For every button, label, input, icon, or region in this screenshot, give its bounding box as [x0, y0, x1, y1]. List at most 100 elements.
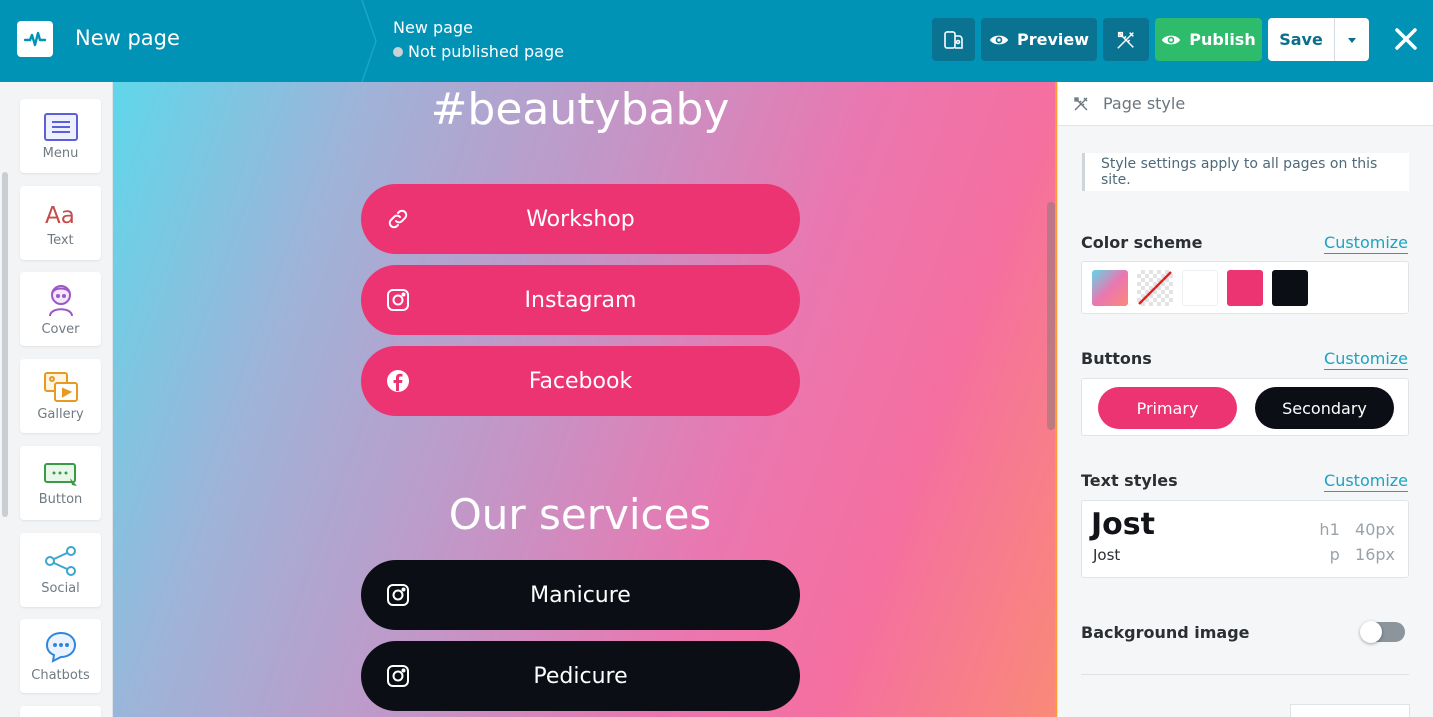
- lightbulb-icon: [943, 30, 963, 49]
- top-bar: New page New page Not published page Pre…: [0, 0, 1433, 82]
- widget-label: Gallery: [37, 406, 84, 422]
- widget-social[interactable]: Social: [20, 533, 101, 607]
- page-style-panel: Page style Style settings apply to all p…: [1057, 82, 1433, 717]
- save-label: Save: [1279, 30, 1323, 49]
- caret-down-icon: [1348, 37, 1356, 43]
- svg-text:Aa: Aa: [45, 203, 75, 229]
- swatch-pink[interactable]: [1227, 270, 1263, 306]
- widget-label: Button: [38, 491, 83, 507]
- canvas-scrollbar[interactable]: [1047, 202, 1055, 430]
- background-image-label: Background image: [1081, 623, 1250, 642]
- widget-chatbots[interactable]: Chatbots: [20, 619, 101, 693]
- section-divider: [1081, 674, 1409, 675]
- color-scheme-label: Color scheme: [1081, 233, 1203, 252]
- text-styles-label: Text styles: [1081, 471, 1178, 490]
- background-image-toggle[interactable]: [1360, 621, 1405, 643]
- save-options-button[interactable]: [1334, 18, 1369, 61]
- link-button-label: Instagram: [524, 287, 637, 313]
- service-button-label: Manicure: [530, 582, 631, 608]
- publish-button[interactable]: Publish: [1155, 18, 1262, 61]
- style-info-note: Style settings apply to all pages on thi…: [1082, 153, 1409, 191]
- page-name: New page: [393, 18, 473, 37]
- eye-icon: [989, 35, 1009, 44]
- text-styles-card[interactable]: Jost Jost h1 40px p 16px: [1081, 500, 1409, 578]
- link-button-label: Facebook: [528, 368, 633, 394]
- text-styles-customize-link[interactable]: Customize: [1324, 471, 1408, 492]
- widget-label: Cover: [41, 321, 80, 337]
- widget-label: Chatbots: [31, 667, 90, 683]
- service-button-label: Pedicure: [533, 663, 628, 689]
- social-icon: [44, 545, 76, 576]
- widget-gallery[interactable]: Gallery: [20, 359, 101, 433]
- pencil-ruler-icon: [1074, 97, 1088, 111]
- panel-header: Page style: [1058, 82, 1433, 126]
- link-button-workshop[interactable]: Workshop: [361, 184, 800, 254]
- instagram-icon: [387, 289, 409, 311]
- service-button-pedicure[interactable]: Pedicure: [361, 641, 800, 711]
- chatbots-icon: [45, 631, 76, 663]
- menu-icon: [43, 112, 78, 141]
- widget-sidebar: Menu Aa Text Cover Gallery Button Social…: [0, 82, 113, 717]
- design-button[interactable]: [1103, 18, 1149, 61]
- body-font-sample: Jost: [1093, 546, 1121, 564]
- h1-tag: h1: [1319, 520, 1340, 539]
- app-logo-icon[interactable]: [17, 21, 53, 57]
- app-title: New page: [75, 26, 180, 50]
- widget-label: Menu: [42, 145, 79, 161]
- buttons-card: Primary Secondary: [1081, 378, 1409, 436]
- p-size: 16px: [1355, 545, 1395, 564]
- widget-text[interactable]: Aa Text: [20, 186, 101, 260]
- h1-size: 40px: [1355, 520, 1395, 539]
- facebook-icon: [387, 370, 409, 392]
- breadcrumb-separator-icon: [361, 0, 377, 82]
- primary-button-preview[interactable]: Primary: [1098, 387, 1237, 429]
- paragraph-style-info: p 16px: [1330, 545, 1395, 564]
- page-status: Not published page: [393, 42, 564, 61]
- panel-bottom-control[interactable]: [1290, 704, 1410, 717]
- widget-cover[interactable]: Cover: [20, 272, 101, 346]
- buttons-label: Buttons: [1081, 349, 1152, 368]
- text-icon: Aa: [45, 203, 75, 229]
- page-canvas[interactable]: #beautybaby Workshop Instagram Facebook …: [113, 82, 1057, 717]
- gallery-icon: [43, 371, 78, 402]
- services-title[interactable]: Our services: [113, 490, 1047, 539]
- buttons-customize-link[interactable]: Customize: [1324, 349, 1408, 370]
- instagram-icon: [387, 584, 409, 606]
- close-icon[interactable]: [1392, 25, 1420, 53]
- button-icon: [43, 462, 77, 486]
- swatch-white[interactable]: [1182, 270, 1218, 306]
- service-button-manicure[interactable]: Manicure: [361, 560, 800, 630]
- instagram-icon: [387, 665, 409, 687]
- preview-button[interactable]: Preview: [981, 18, 1097, 61]
- p-tag: p: [1329, 545, 1340, 564]
- swatch-transparent[interactable]: [1137, 270, 1173, 306]
- eye-icon: [1162, 35, 1181, 44]
- publish-label: Publish: [1189, 30, 1256, 49]
- save-button[interactable]: Save: [1268, 18, 1334, 61]
- color-scheme-customize-link[interactable]: Customize: [1324, 233, 1408, 254]
- heading-style-info: h1 40px: [1319, 520, 1395, 539]
- cover-icon: [48, 284, 73, 316]
- preview-label: Preview: [1016, 30, 1089, 49]
- status-dot-icon: [393, 46, 403, 57]
- panel-title: Page style: [1103, 94, 1186, 113]
- link-button-facebook[interactable]: Facebook: [361, 346, 800, 416]
- widget-label: Social: [41, 580, 80, 596]
- widget-menu[interactable]: Menu: [20, 99, 101, 173]
- widget-button[interactable]: Button: [20, 446, 101, 520]
- swatch-gradient[interactable]: [1092, 270, 1128, 306]
- color-scheme-card: [1081, 261, 1409, 314]
- widget-more[interactable]: [20, 706, 101, 717]
- idea-button[interactable]: [932, 18, 975, 61]
- pencil-ruler-icon: [1117, 31, 1134, 49]
- sidebar-scrollbar[interactable]: [2, 172, 8, 517]
- swatch-black[interactable]: [1272, 270, 1308, 306]
- link-icon: [388, 209, 408, 229]
- heading-font-sample: Jost: [1091, 507, 1155, 542]
- page-hashtag[interactable]: #beautybaby: [113, 84, 1047, 135]
- link-button-label: Workshop: [526, 206, 635, 232]
- secondary-button-preview[interactable]: Secondary: [1255, 387, 1394, 429]
- widget-label: Text: [47, 232, 74, 248]
- page-status-text: Not published page: [408, 42, 564, 61]
- link-button-instagram[interactable]: Instagram: [361, 265, 800, 335]
